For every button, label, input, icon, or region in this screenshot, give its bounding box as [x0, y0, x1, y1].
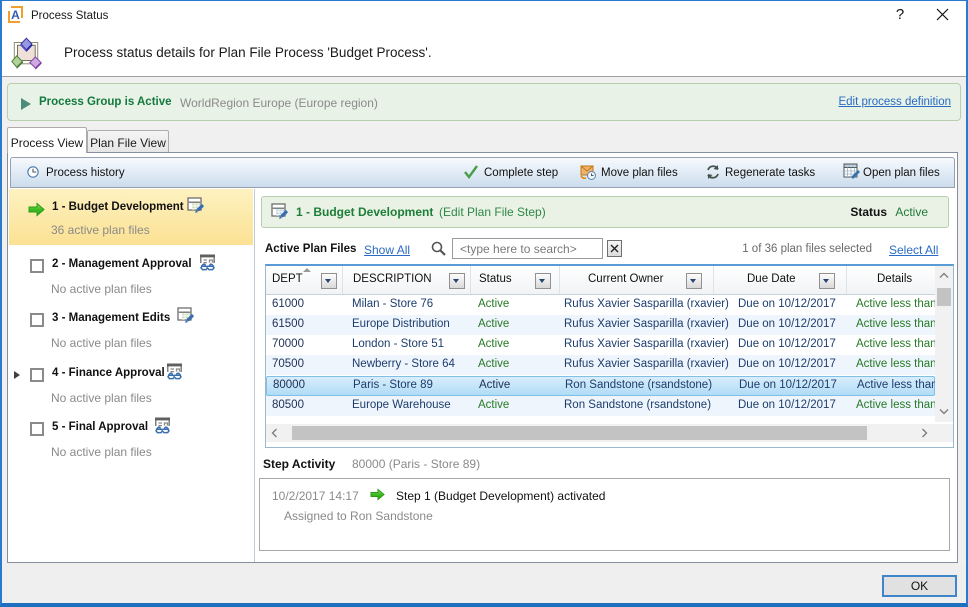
- svg-text:A: A: [11, 8, 20, 22]
